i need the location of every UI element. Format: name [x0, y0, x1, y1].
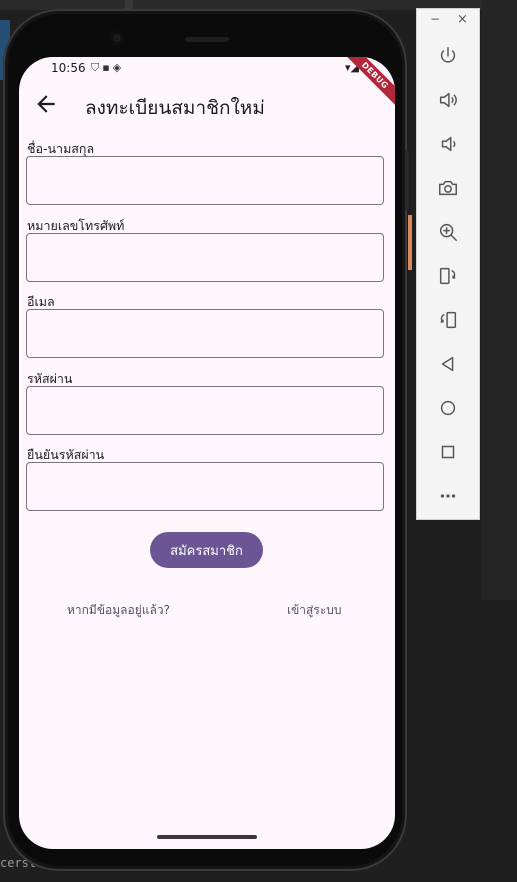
- desktop-background: cerst 10:56 ⛉▪◈ ▾◢ DEBUG ลงทะเบียนสมาชิก…: [0, 0, 517, 882]
- app-bar: ลงทะเบียนสมาชิกใหม่: [19, 85, 395, 125]
- phone-volume-button[interactable]: [405, 150, 409, 210]
- nav-home-button[interactable]: [433, 393, 463, 423]
- volume-down-button[interactable]: [433, 129, 463, 159]
- page-title: ลงทะเบียนสมาชิกใหม่: [85, 97, 265, 119]
- home-icon: [440, 400, 456, 416]
- phone-input[interactable]: [26, 233, 384, 282]
- minimize-button[interactable]: −: [430, 12, 440, 26]
- overview-icon: [441, 445, 455, 459]
- screenshot-button[interactable]: [433, 173, 463, 203]
- back-icon: [441, 356, 454, 372]
- nav-overview-button[interactable]: [433, 437, 463, 467]
- power-button[interactable]: [433, 41, 463, 71]
- more-icon: [440, 494, 456, 498]
- close-button[interactable]: ×: [457, 12, 468, 27]
- volume-down-icon: [441, 136, 456, 152]
- register-button[interactable]: สมัครสมาชิก: [150, 532, 263, 568]
- more-button[interactable]: [433, 481, 463, 511]
- camera-icon: [439, 180, 457, 196]
- power-icon: [440, 47, 456, 63]
- zoom-button[interactable]: [433, 217, 463, 247]
- back-arrow-icon[interactable]: [33, 91, 59, 117]
- phone-screen: 10:56 ⛉▪◈ ▾◢ DEBUG ลงทะเบียนสมาชิกใหม่ ช…: [19, 57, 395, 849]
- volume-up-icon: [439, 92, 457, 108]
- emulator-toolbar: − ×: [416, 8, 480, 520]
- ide-right-panel: [482, 0, 517, 600]
- login-link[interactable]: เข้าสู่ระบบ: [287, 601, 342, 620]
- nav-back-button[interactable]: [433, 349, 463, 379]
- volume-up-button[interactable]: [433, 85, 463, 115]
- password-input[interactable]: [26, 386, 384, 435]
- phone-speaker: [185, 37, 229, 42]
- rotate-right-button[interactable]: [433, 305, 463, 335]
- email-input[interactable]: [26, 309, 384, 358]
- fullname-input[interactable]: [26, 156, 384, 205]
- phone-camera: [110, 31, 124, 45]
- status-bar: 10:56 ⛉▪◈ ▾◢: [19, 57, 395, 81]
- ide-scroll-marker: [408, 215, 412, 270]
- home-indicator[interactable]: [157, 835, 257, 839]
- emulator-title-bar: − ×: [417, 9, 481, 35]
- confirm-password-input[interactable]: [26, 462, 384, 511]
- zoom-in-icon: [439, 223, 457, 241]
- rotate-left-button[interactable]: [433, 261, 463, 291]
- have-account-text: หากมีข้อมูลอยู่แล้ว?: [67, 603, 170, 617]
- status-time: 10:56: [51, 61, 86, 75]
- rotate-left-icon: [439, 267, 456, 285]
- rotate-right-icon: [440, 311, 457, 329]
- status-notification-icons: ⛉▪◈: [91, 61, 125, 74]
